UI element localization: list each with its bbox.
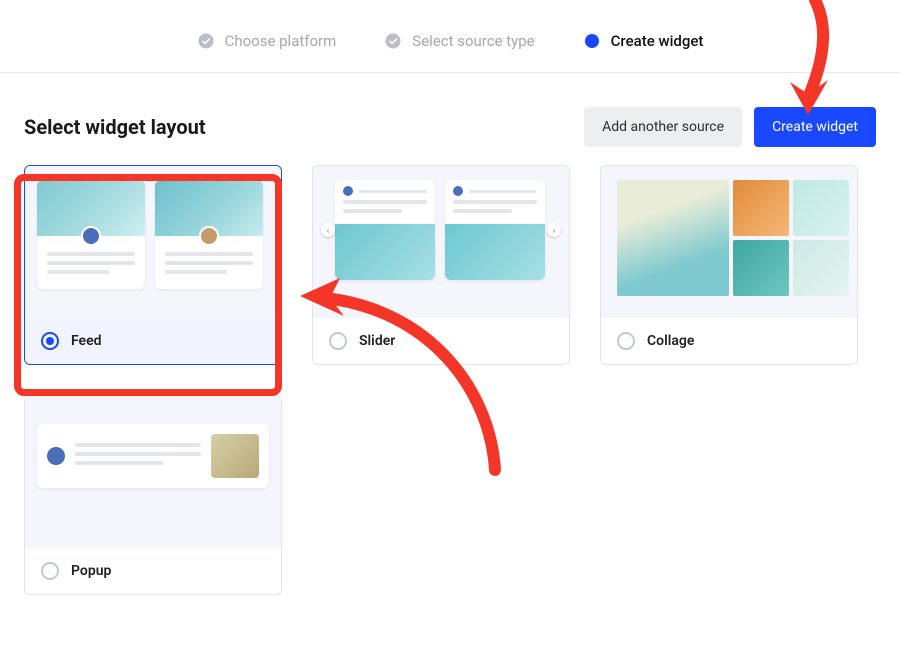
layout-preview [25,396,281,548]
layout-label: Collage [647,333,694,349]
layout-footer: Collage [601,318,857,364]
layout-footer: Slider [313,318,569,364]
layout-footer: Popup [25,548,281,594]
chevron-left-icon: ‹ [321,223,335,237]
check-icon [384,32,402,50]
step-label: Select source type [412,32,534,50]
layout-option-feed[interactable]: Feed [24,165,282,365]
layout-label: Slider [359,333,395,349]
header-row: Select widget layout Add another source … [0,73,900,165]
layout-preview [25,166,281,318]
check-icon [197,32,215,50]
layout-preview: ‹ › [313,166,569,318]
layout-preview [601,166,857,318]
chevron-right-icon: › [547,223,561,237]
layout-grid: Feed ‹ › Slider [0,165,900,595]
layout-option-collage[interactable]: Collage [600,165,858,365]
layout-label: Popup [71,563,111,579]
layout-option-popup[interactable]: Popup [24,395,282,595]
wizard-stepper: Choose platform Select source type Creat… [0,0,900,73]
create-widget-button[interactable]: Create widget [754,107,876,147]
radio-icon[interactable] [41,562,59,580]
step-create-widget: Create widget [583,32,704,50]
header-actions: Add another source Create widget [584,107,876,147]
step-select-source: Select source type [384,32,534,50]
step-choose-platform: Choose platform [197,32,337,50]
active-dot-icon [583,32,601,50]
step-label: Create widget [611,32,704,50]
add-source-button[interactable]: Add another source [584,107,742,147]
page-title: Select widget layout [24,115,206,139]
layout-option-slider[interactable]: ‹ › Slider [312,165,570,365]
layout-footer: Feed [25,318,281,364]
layout-label: Feed [71,333,102,349]
radio-icon[interactable] [617,332,635,350]
radio-icon[interactable] [41,332,59,350]
step-label: Choose platform [225,32,337,50]
radio-icon[interactable] [329,332,347,350]
